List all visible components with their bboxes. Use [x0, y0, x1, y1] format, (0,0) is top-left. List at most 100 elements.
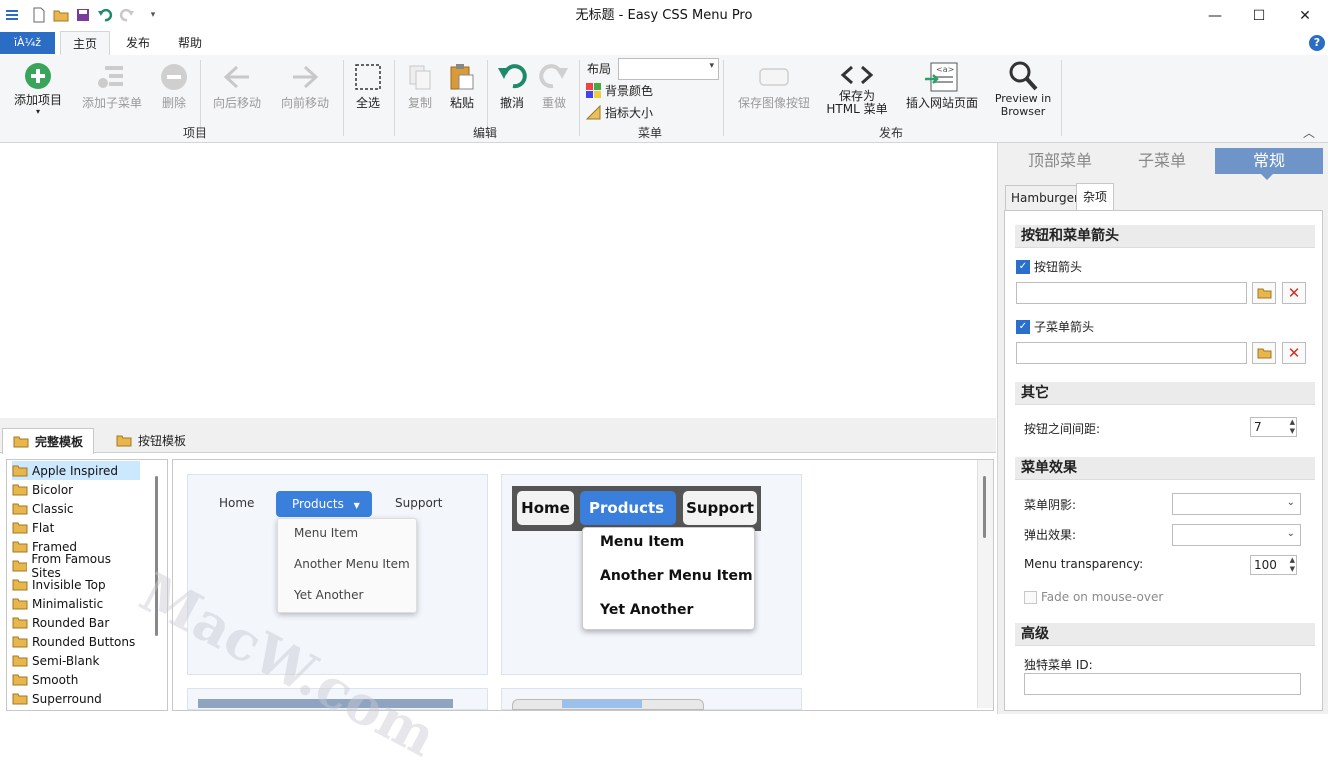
clear-button[interactable]: ✕: [1282, 282, 1306, 304]
template-list-item[interactable]: Bicolor: [12, 480, 140, 499]
tab-full-templates[interactable]: 完整模板: [2, 428, 95, 454]
new-file-icon[interactable]: [30, 6, 48, 24]
submenu-arrow-checkbox[interactable]: ✓ 子菜单箭头: [1016, 318, 1094, 335]
fade-label: Fade on mouse-over: [1041, 590, 1164, 604]
section-arrows-title: 按钮和菜单箭头: [1015, 225, 1315, 248]
select-all-button[interactable]: 全选: [348, 60, 388, 116]
close-button[interactable]: ✕: [1282, 0, 1328, 31]
file-tab[interactable]: ĭÀ¼ž: [0, 32, 55, 54]
paste-button[interactable]: 粘贴: [442, 60, 482, 116]
spinner-arrows-icon[interactable]: ▲ ▼: [1290, 418, 1295, 436]
menu-item-home: Home: [219, 496, 255, 510]
add-item-button[interactable]: 添加项目 ▾: [8, 60, 68, 116]
button-arrow-path-input[interactable]: [1016, 282, 1247, 304]
insert-page-button[interactable]: <a> 插入网站页面: [898, 60, 986, 116]
menu-canvas[interactable]: [0, 143, 996, 418]
subtab-misc[interactable]: 杂项: [1076, 183, 1115, 211]
shadow-select[interactable]: ⌄: [1172, 493, 1301, 515]
ribbon-separator: [579, 60, 580, 136]
minimize-button[interactable]: —: [1192, 0, 1238, 31]
template-list-item-label: Minimalistic: [32, 596, 104, 611]
tab-home[interactable]: 主页: [60, 31, 111, 56]
tab-top-menu[interactable]: 顶部菜单: [1010, 148, 1110, 174]
red-x-icon: ✕: [1287, 344, 1301, 362]
folder-icon: [12, 541, 28, 553]
subtab-hamburger[interactable]: Hamburger: [1005, 185, 1085, 211]
section-other-title: 其它: [1015, 382, 1315, 405]
chevron-down-icon: ⌄: [1286, 497, 1295, 508]
undo-button[interactable]: 撤消: [492, 60, 532, 116]
template-list-item[interactable]: Apple Inspired: [12, 461, 140, 480]
layout-select[interactable]: ▾: [618, 58, 719, 80]
menu-id-label: 独特菜单 ID:: [1024, 658, 1093, 672]
save-image-button[interactable]: 保存图像按钮: [731, 60, 817, 116]
template-list-item-label: Superround: [32, 691, 102, 706]
popup-effect-select[interactable]: ⌄: [1172, 524, 1301, 546]
folder-icon: [12, 693, 28, 705]
template-list-item[interactable]: Invisible Top: [12, 575, 140, 594]
spinner-arrows-icon[interactable]: ▲ ▼: [1290, 556, 1295, 574]
bg-color-button[interactable]: 背景颜色: [586, 82, 653, 99]
move-back-button[interactable]: 向后移动: [206, 60, 268, 116]
chevron-down-icon: ▾: [709, 61, 714, 71]
menu-item-products-label: Products: [292, 497, 344, 511]
preview-browser-button[interactable]: Preview in Browser: [990, 60, 1056, 118]
folder-icon: [12, 465, 28, 477]
collapse-ribbon-icon[interactable]: ︿: [1303, 124, 1315, 141]
preview-scroll-thumb[interactable]: [983, 476, 986, 538]
window-title: 无标题 - Easy CSS Menu Pro: [575, 8, 753, 23]
spacing-spinner[interactable]: 7 ▲ ▼: [1250, 417, 1297, 437]
redo-quick-icon[interactable]: [118, 6, 136, 24]
insert-page-label: 插入网站页面: [905, 96, 978, 110]
undo-quick-icon[interactable]: [96, 6, 114, 24]
tab-help[interactable]: 帮助: [166, 31, 214, 55]
template-list-item[interactable]: Smooth: [12, 670, 140, 689]
template-list-item[interactable]: Rounded Bar: [12, 613, 140, 632]
maximize-button[interactable]: ☐: [1236, 0, 1282, 31]
tab-button-templates[interactable]: 按钮模板: [106, 428, 196, 452]
select-all-icon: [354, 60, 382, 94]
delete-button[interactable]: 删除: [154, 60, 194, 116]
template-list-item[interactable]: Superround: [12, 689, 140, 708]
tab-button-templates-label: 按钮模板: [138, 433, 187, 448]
add-item-label: 添加项目: [13, 93, 62, 107]
save-html-button[interactable]: 保存为 HTML 菜单: [824, 60, 890, 116]
app-menu-icon[interactable]: [3, 6, 21, 24]
svg-text:<a>: <a>: [936, 65, 954, 74]
template-list-item[interactable]: Flat: [12, 518, 140, 537]
save-icon[interactable]: [74, 6, 92, 24]
folder-icon: [1257, 348, 1271, 359]
tab-general[interactable]: 常规: [1215, 148, 1323, 174]
section-effects-title: 菜单效果: [1015, 457, 1315, 480]
template-list-item[interactable]: From Famous Sites: [12, 552, 140, 580]
transparency-spinner[interactable]: 100 ▲ ▼: [1250, 555, 1297, 575]
submenu-arrow-path-input[interactable]: [1016, 342, 1247, 364]
ribbon-separator: [1061, 60, 1062, 136]
template-list-item[interactable]: Rounded Buttons: [12, 632, 140, 651]
move-forward-button[interactable]: 向前移动: [274, 60, 336, 116]
move-forward-label: 向前移动: [280, 96, 329, 110]
add-submenu-button[interactable]: 添加子菜单: [76, 60, 148, 116]
copy-button[interactable]: 复制: [400, 60, 440, 116]
tab-publish[interactable]: 发布: [114, 31, 162, 55]
redo-button[interactable]: 重做: [534, 60, 574, 116]
customize-quick-access-icon[interactable]: ▾: [144, 6, 162, 24]
submenu-item: Menu Item: [294, 526, 359, 540]
folder-icon: [116, 435, 132, 446]
template-list-item[interactable]: Classic: [12, 499, 140, 518]
open-folder-icon[interactable]: [52, 6, 70, 24]
browse-folder-button[interactable]: [1252, 282, 1276, 304]
cursor-size-button[interactable]: 指标大小: [586, 104, 653, 121]
help-icon[interactable]: ?: [1309, 35, 1325, 51]
fade-checkbox[interactable]: Fade on mouse-over: [1024, 590, 1163, 604]
template-list-item-label: Classic: [32, 501, 74, 516]
browse-folder-button[interactable]: [1252, 342, 1276, 364]
template-list-item[interactable]: Semi-Blank: [12, 651, 140, 670]
menu-id-input[interactable]: [1024, 673, 1301, 695]
submenu-item: Yet Another: [294, 588, 364, 602]
tab-submenu[interactable]: 子菜单: [1112, 148, 1212, 174]
button-arrow-checkbox[interactable]: ✓ 按钮箭头: [1016, 258, 1082, 275]
template-list-item[interactable]: Minimalistic: [12, 594, 140, 613]
folder-icon: [12, 655, 28, 667]
clear-button[interactable]: ✕: [1282, 342, 1306, 364]
